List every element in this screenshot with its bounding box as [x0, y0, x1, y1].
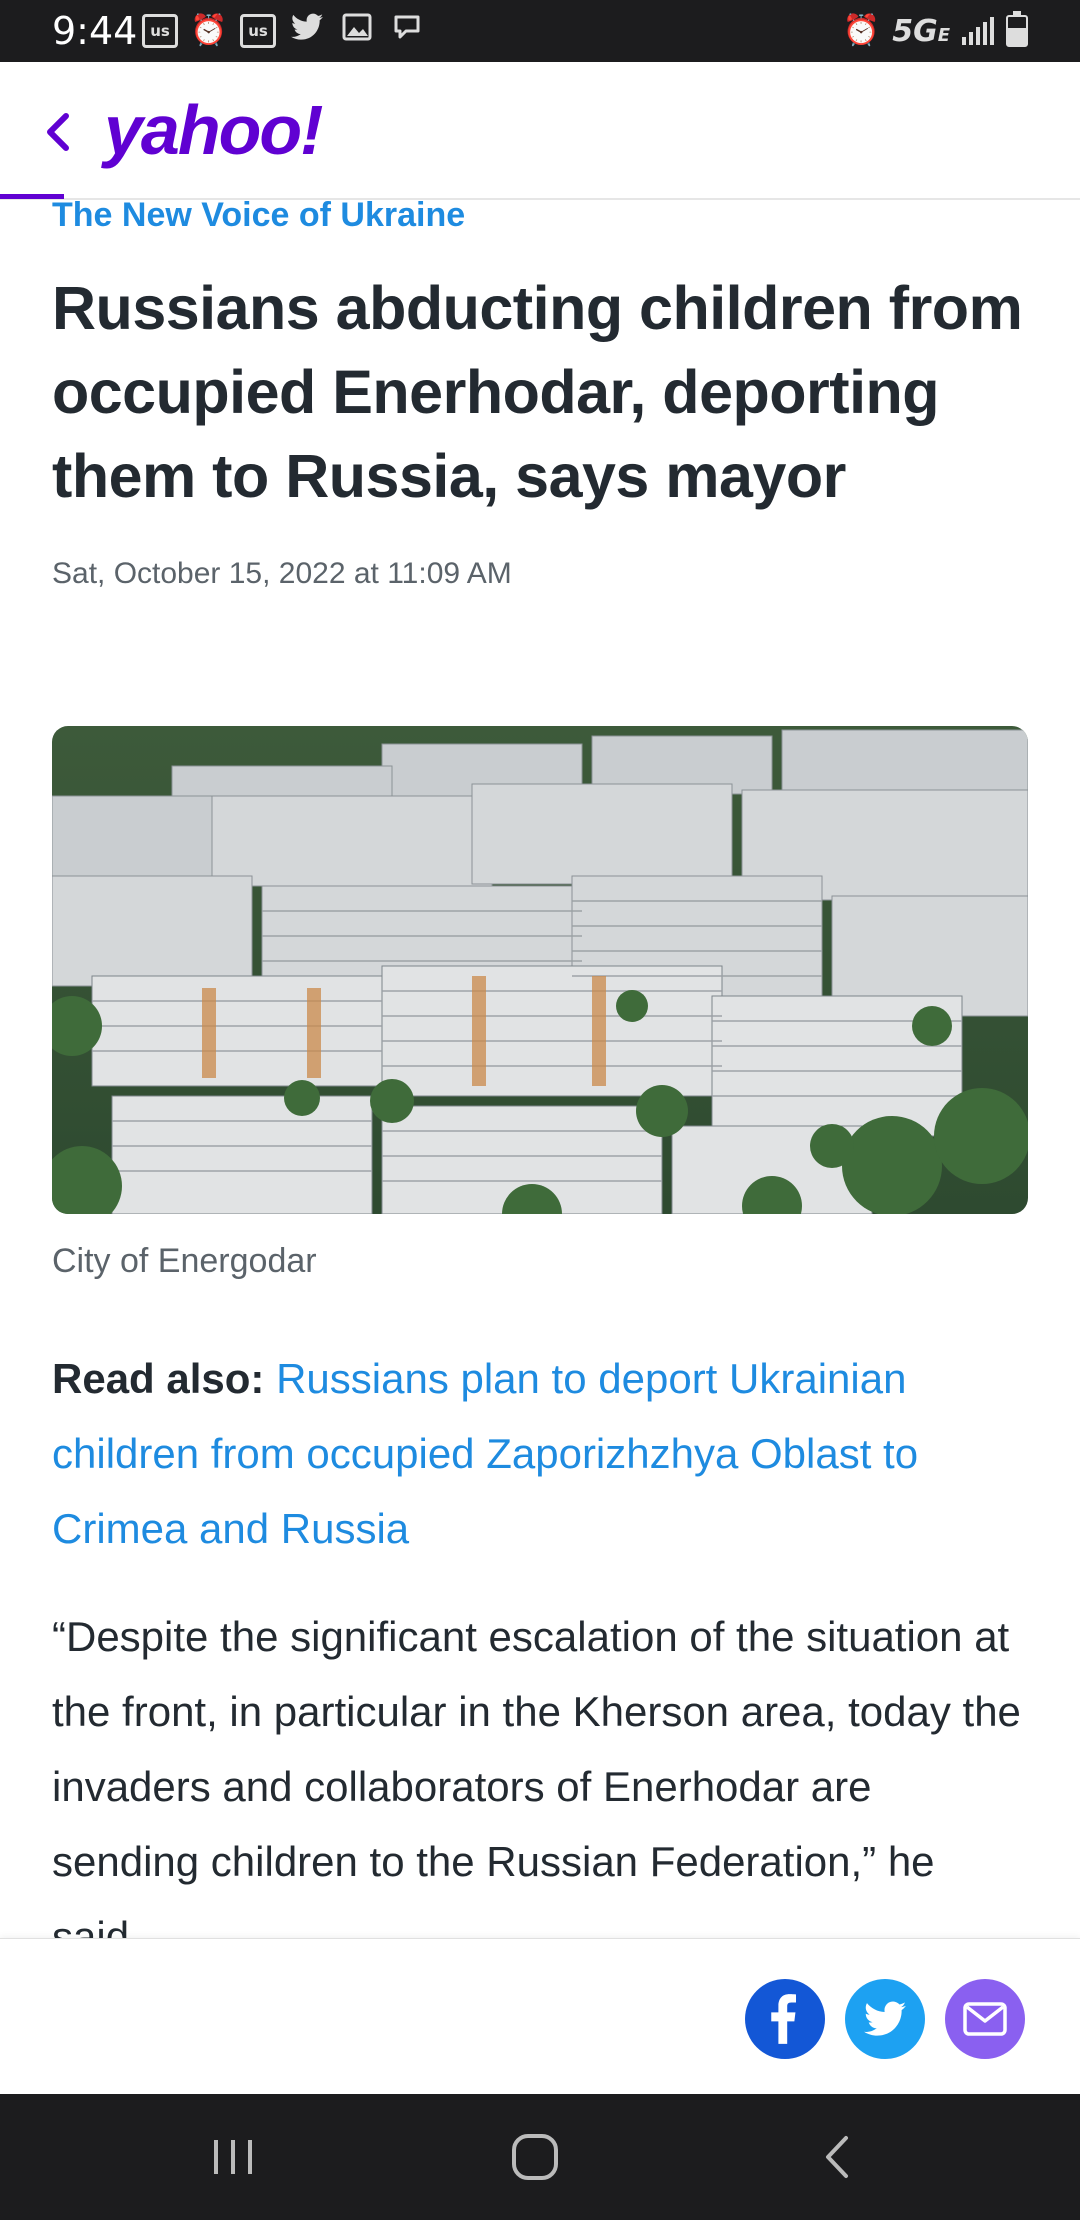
- yahoo-logo[interactable]: yahoo!: [104, 90, 323, 170]
- twitter-icon: [288, 13, 326, 49]
- email-share-button[interactable]: [945, 1979, 1025, 2059]
- system-back-button[interactable]: [793, 2124, 883, 2190]
- status-bar: 9:44 us ⏰ us ⏰ 5GE: [0, 0, 1080, 62]
- facebook-share-button[interactable]: [745, 1979, 825, 2059]
- us-news-icon: us: [142, 14, 178, 48]
- back-icon: [826, 2136, 848, 2178]
- provider-name[interactable]: The New Voice of Ukraine: [52, 192, 1028, 238]
- battery-icon: [1006, 11, 1028, 47]
- home-button[interactable]: [490, 2124, 580, 2190]
- article-body: Read also: Russians plan to deport Ukrai…: [52, 1341, 1028, 1974]
- twitter-icon: [864, 2001, 906, 2036]
- article-hero-image[interactable]: [52, 726, 1028, 1214]
- city-photo: [52, 726, 1028, 1214]
- battery-level: [1008, 28, 1026, 45]
- signal-icon: [962, 17, 994, 45]
- alarm-icon: ⏰: [842, 13, 880, 48]
- system-icons: ⏰ 5GE: [842, 11, 1028, 50]
- us-news-icon: us: [240, 14, 276, 48]
- mail-icon: [963, 2002, 1007, 2036]
- twitter-share-button[interactable]: [845, 1979, 925, 2059]
- chat-icon: [388, 13, 426, 49]
- read-also-label: Read also:: [52, 1355, 265, 1402]
- image-caption: City of Energodar: [52, 1242, 317, 1280]
- article-headline: Russians abducting children from occupie…: [52, 274, 1023, 510]
- publish-timestamp: Sat, October 15, 2022 at 11:09 AM: [52, 557, 512, 590]
- app-header: yahoo!: [0, 62, 1080, 200]
- notification-icons: us ⏰ us: [142, 12, 426, 50]
- share-bar: [0, 1938, 1080, 2094]
- article-header: The New Voice of Ukraine Russians abduct…: [52, 192, 1028, 594]
- home-icon: [512, 2134, 558, 2180]
- gallery-icon: [338, 13, 376, 49]
- read-also-paragraph: Read also: Russians plan to deport Ukrai…: [52, 1341, 1028, 1566]
- back-button[interactable]: [28, 102, 88, 162]
- system-nav-bar: [0, 2094, 1080, 2220]
- recents-icon: [214, 2140, 252, 2174]
- alarm-icon: ⏰: [190, 13, 228, 48]
- network-type: 5GE: [892, 13, 950, 49]
- status-time: 9:44: [52, 9, 138, 53]
- facebook-icon: [771, 1994, 796, 2044]
- quote-paragraph: “Despite the significant escalation of t…: [52, 1613, 1021, 1960]
- chevron-left-icon: [47, 113, 69, 151]
- recents-button[interactable]: [188, 2124, 278, 2190]
